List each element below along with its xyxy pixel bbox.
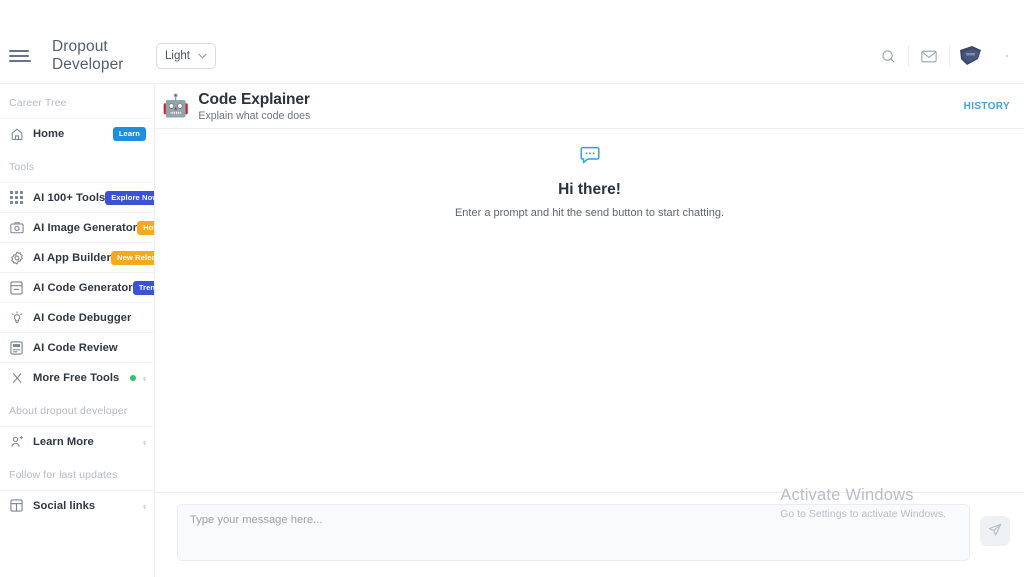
sidebar-item-label: AI Code Debugger bbox=[33, 311, 132, 324]
sidebar-item-label: Learn More bbox=[33, 435, 94, 448]
search-icon[interactable] bbox=[868, 29, 908, 84]
sidebar-item-tail: ‹ bbox=[143, 437, 146, 447]
empty-state-title: Hi there! bbox=[558, 181, 621, 198]
sidebar-item-label: AI Image Generator bbox=[33, 221, 138, 234]
chat-bubble-icon bbox=[579, 144, 601, 171]
sidebar-item-ai-100-tools[interactable]: AI 100+ Tools Explore Now bbox=[0, 182, 154, 212]
chevron-down-icon bbox=[198, 52, 207, 61]
sidebar-item-ai-code-debugger[interactable]: AI Code Debugger bbox=[0, 302, 154, 332]
gear-icon bbox=[9, 250, 24, 265]
message-composer bbox=[155, 492, 1024, 577]
sidebar: Career Tree Home Learn Tools AI 100+ Too… bbox=[0, 84, 155, 577]
send-button[interactable] bbox=[980, 516, 1010, 546]
sidebar-item-ai-image-generator[interactable]: AI Image Generator Hot bbox=[0, 212, 154, 242]
mail-icon[interactable] bbox=[909, 29, 949, 84]
robot-icon: 🤖 bbox=[162, 93, 190, 118]
home-icon bbox=[9, 126, 24, 141]
send-icon bbox=[988, 523, 1002, 540]
sidebar-section-tools: Tools bbox=[9, 161, 35, 173]
brand-line-1: Dropout bbox=[52, 37, 108, 55]
chevron-left-icon[interactable]: ‹ bbox=[143, 437, 146, 447]
top-bar: Dropout Developer Light bbox=[0, 29, 1024, 84]
sidebar-section-career-tree: Career Tree bbox=[9, 97, 67, 109]
badge-avatar-icon[interactable] bbox=[950, 29, 990, 84]
empty-state: Hi there! Enter a prompt and hit the sen… bbox=[155, 144, 1024, 219]
layout-icon bbox=[9, 498, 24, 513]
empty-state-message: Enter a prompt and hit the send button t… bbox=[454, 207, 725, 219]
sidebar-item-label: AI Code Generator bbox=[33, 281, 133, 294]
status-dot-icon bbox=[130, 374, 136, 381]
sidebar-item-tail: ‹ bbox=[130, 373, 146, 383]
page-subtitle: Explain what code does bbox=[198, 109, 311, 122]
status-badge: Learn bbox=[112, 126, 146, 141]
status-badge: Explore Now bbox=[105, 190, 154, 205]
sidebar-item-label: AI 100+ Tools bbox=[33, 191, 106, 204]
status-badge: Trending bbox=[132, 280, 154, 295]
document-icon bbox=[9, 280, 24, 295]
brand-line-2: Developer bbox=[52, 56, 124, 73]
page-header: 🤖 Code Explainer Explain what code does … bbox=[155, 84, 1024, 129]
review-icon bbox=[9, 340, 24, 355]
sidebar-item-label: Social links bbox=[33, 499, 96, 512]
sidebar-item-ai-app-builder[interactable]: AI App Builder New Release bbox=[0, 242, 154, 272]
sidebar-item-tail: ‹ bbox=[143, 501, 146, 511]
sidebar-item-ai-code-generator[interactable]: AI Code Generator Trending bbox=[0, 272, 154, 302]
sidebar-item-home[interactable]: Home Learn bbox=[0, 118, 154, 148]
theme-select-value: Light bbox=[165, 50, 190, 62]
grid-icon bbox=[9, 190, 24, 205]
sidebar-section-about: About dropout developer bbox=[9, 405, 128, 417]
page-title: Code Explainer bbox=[198, 90, 310, 108]
page-header-text: Code Explainer Explain what code does bbox=[198, 91, 310, 122]
history-link[interactable]: HISTORY bbox=[964, 101, 1010, 112]
chevron-left-icon[interactable]: ‹ bbox=[143, 501, 146, 511]
sidebar-item-social-links[interactable]: Social links ‹ bbox=[0, 490, 154, 520]
image-icon bbox=[9, 220, 24, 235]
top-bar-actions bbox=[868, 29, 1024, 84]
sidebar-item-ai-code-review[interactable]: AI Code Review bbox=[0, 332, 154, 362]
bug-lightbulb-icon bbox=[9, 310, 24, 325]
app-root: Dropout Developer Light Career Tree Home… bbox=[0, 0, 1024, 577]
sidebar-item-learn-more[interactable]: Learn More ‹ bbox=[0, 426, 154, 456]
brand-title[interactable]: Dropout Developer bbox=[52, 38, 127, 75]
sidebar-item-more-free-tools[interactable]: More Free Tools ‹ bbox=[0, 362, 154, 392]
main-content: 🤖 Code Explainer Explain what code does … bbox=[155, 84, 1024, 577]
sidebar-item-label: Home bbox=[33, 127, 65, 140]
hamburger-menu-icon[interactable] bbox=[9, 48, 31, 64]
sidebar-item-label: More Free Tools bbox=[33, 371, 120, 384]
status-badge: New Release bbox=[110, 250, 154, 265]
sidebar-section-follow: Follow for last updates bbox=[9, 469, 118, 481]
overflow-dot[interactable] bbox=[990, 55, 1024, 57]
status-badge: Hot bbox=[137, 220, 154, 235]
sidebar-item-label: AI Code Review bbox=[33, 341, 118, 354]
sidebar-item-label: AI App Builder bbox=[33, 251, 111, 264]
scissors-icon bbox=[9, 370, 24, 385]
user-add-icon bbox=[9, 434, 24, 449]
chevron-left-icon[interactable]: ‹ bbox=[143, 373, 146, 383]
theme-select[interactable]: Light bbox=[156, 43, 216, 69]
message-input[interactable] bbox=[177, 504, 970, 561]
